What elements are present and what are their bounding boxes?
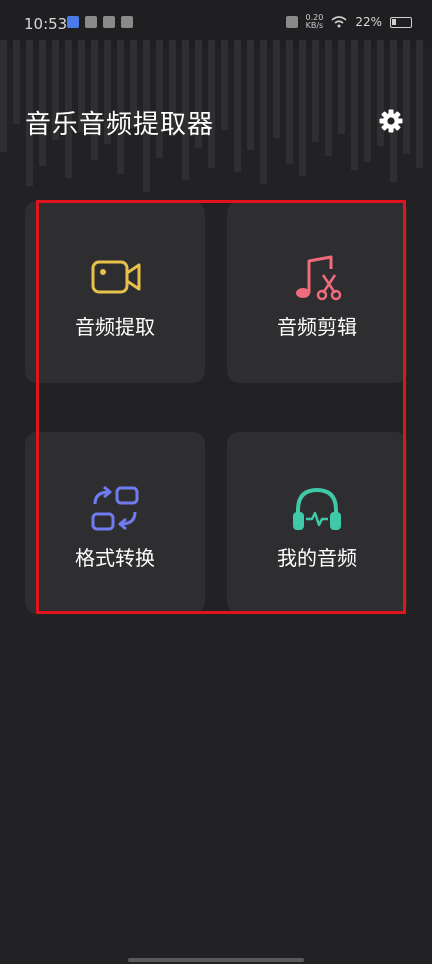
wifi-icon xyxy=(331,16,347,28)
app-notification-icon xyxy=(67,16,79,28)
status-time: 10:53 xyxy=(24,15,68,33)
settings-gear-icon[interactable] xyxy=(378,108,404,134)
app-title: 音乐音频提取器 xyxy=(25,110,215,140)
notification-icons xyxy=(67,16,133,28)
calendar-notification-icon xyxy=(85,16,97,28)
android-icon xyxy=(285,16,298,28)
sync-notification-icon xyxy=(103,16,115,28)
network-speed: 0.20 KB/s xyxy=(306,14,324,30)
home-indicator xyxy=(128,958,304,962)
status-right: 0.20 KB/s 22% xyxy=(285,14,412,30)
crown-notification-icon xyxy=(121,16,133,28)
battery-icon xyxy=(390,16,412,28)
network-speed-unit: KB/s xyxy=(305,21,324,30)
battery-percent: 22% xyxy=(355,15,382,29)
highlight-box xyxy=(36,200,406,614)
